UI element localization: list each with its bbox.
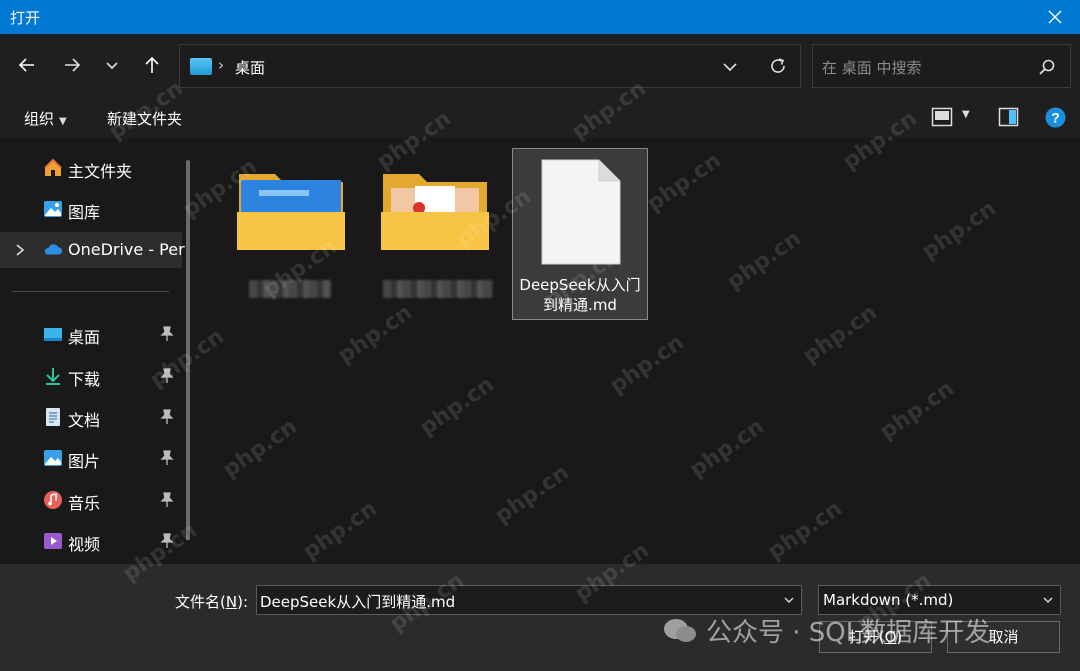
sidebar-item-gallery[interactable]: 图库	[0, 191, 182, 227]
view-options-icon[interactable]	[931, 107, 953, 127]
pin-icon[interactable]	[160, 533, 174, 549]
filename-field[interactable]: DeepSeek从入门到精通.md	[256, 585, 802, 615]
pin-icon[interactable]	[160, 492, 174, 508]
desktop-icon	[190, 58, 212, 75]
search-placeholder: 在 桌面 中搜索	[822, 57, 922, 78]
sidebar-item-label: 图库	[68, 199, 100, 223]
cloud-icon	[43, 240, 63, 260]
sidebar-item-pictures[interactable]: 图片	[0, 440, 182, 476]
new-folder-label: 新建文件夹	[107, 110, 182, 128]
pictures-icon	[43, 448, 63, 468]
music-icon	[43, 490, 63, 510]
video-icon	[43, 531, 63, 551]
title-bar: 打开	[0, 0, 1080, 34]
back-button[interactable]	[14, 52, 40, 78]
arrow-left-icon	[17, 55, 37, 75]
arrow-right-icon	[62, 55, 82, 75]
sidebar-item-label: 音乐	[68, 490, 100, 514]
wechat-icon	[662, 617, 698, 645]
new-folder-button[interactable]: 新建文件夹	[107, 108, 182, 129]
file-item-selected[interactable]: DeepSeek从入门到精通.md	[512, 148, 648, 320]
pin-icon[interactable]	[160, 368, 174, 384]
search-input[interactable]: 在 桌面 中搜索	[812, 44, 1071, 88]
address-row: › 桌面 在 桌面 中搜索	[0, 34, 1080, 96]
file-name: DeepSeek从入门到精通.md	[513, 275, 647, 315]
filetype-value: Markdown (*.md)	[823, 591, 953, 609]
file-list: DeepSeek从入门到精通.md	[205, 138, 1080, 564]
search-icon	[1038, 58, 1056, 76]
up-button[interactable]	[139, 52, 165, 78]
arrow-up-icon	[142, 55, 162, 75]
file-icon	[541, 159, 621, 265]
download-icon	[43, 366, 63, 386]
sidebar-item-label: 图片	[68, 448, 100, 472]
preview-pane-icon[interactable]	[998, 107, 1019, 127]
organize-label: 组织	[24, 110, 54, 128]
recent-locations-button[interactable]	[99, 52, 125, 78]
sidebar-item-home[interactable]: 主文件夹	[0, 150, 182, 186]
document-icon	[43, 407, 63, 427]
sidebar-item-label: 桌面	[68, 324, 100, 348]
folder-item[interactable]	[379, 166, 495, 286]
brand-text: 公众号 · SQL数据库开发	[706, 612, 990, 649]
sidebar-item-downloads[interactable]: 下载	[0, 358, 182, 394]
brand-overlay: 公众号 · SQL数据库开发	[662, 612, 990, 649]
chevron-down-icon	[102, 55, 122, 75]
refresh-icon[interactable]	[768, 56, 788, 76]
chevron-right-icon[interactable]	[14, 242, 26, 258]
help-icon[interactable]: ?	[1045, 107, 1066, 128]
sidebar-divider	[12, 291, 169, 292]
folder-icon	[379, 166, 491, 254]
window-title: 打开	[10, 7, 40, 28]
blurred-filename	[383, 280, 493, 298]
forward-button[interactable]	[59, 52, 85, 78]
pin-icon[interactable]	[160, 326, 174, 342]
folder-icon	[235, 166, 347, 254]
sidebar-item-documents[interactable]: 文档	[0, 399, 182, 435]
sidebar-item-desktop[interactable]: 桌面	[0, 316, 182, 352]
sidebar-item-label: 主文件夹	[68, 158, 132, 182]
close-button[interactable]	[1030, 0, 1080, 34]
chevron-down-icon	[1042, 594, 1054, 606]
chevron-down-icon[interactable]	[783, 594, 795, 606]
sidebar-item-videos[interactable]: 视频	[0, 523, 182, 559]
command-bar: 组织 ▼ 新建文件夹 ▼ ?	[0, 96, 1080, 138]
filename-value: DeepSeek从入门到精通.md	[260, 591, 455, 612]
view-caret-icon[interactable]: ▼	[962, 109, 970, 120]
sidebar-item-label: 视频	[68, 531, 100, 555]
sidebar-item-label: 下载	[68, 366, 100, 390]
sidebar-item-label: OneDrive - Per	[68, 240, 185, 259]
chevron-down-icon[interactable]	[720, 58, 740, 76]
sidebar-scrollbar[interactable]	[186, 160, 190, 540]
pin-icon[interactable]	[160, 409, 174, 425]
svg-text:?: ?	[1051, 110, 1060, 126]
blurred-filename	[249, 280, 331, 298]
address-bar[interactable]: › 桌面	[179, 44, 801, 88]
navigation-pane: 主文件夹 图库 OneDrive - Per 桌面 下载 文档 图片 音乐 视频	[0, 138, 202, 564]
breadcrumb-desktop[interactable]: 桌面	[235, 57, 265, 78]
organize-button[interactable]: 组织 ▼	[24, 108, 67, 129]
sidebar-item-label: 文档	[68, 407, 100, 431]
filename-label: 文件名(N):	[175, 591, 248, 612]
gallery-icon	[43, 199, 63, 219]
caret-down-icon: ▼	[59, 116, 67, 127]
breadcrumb-separator: ›	[218, 56, 224, 74]
desktop-icon	[43, 324, 63, 344]
sidebar-item-onedrive[interactable]: OneDrive - Per	[0, 232, 182, 268]
close-icon	[1047, 9, 1063, 25]
sidebar-item-music[interactable]: 音乐	[0, 482, 182, 518]
filetype-select[interactable]: Markdown (*.md)	[818, 585, 1061, 615]
home-icon	[43, 158, 63, 178]
pin-icon[interactable]	[160, 450, 174, 466]
folder-item[interactable]	[235, 166, 351, 286]
